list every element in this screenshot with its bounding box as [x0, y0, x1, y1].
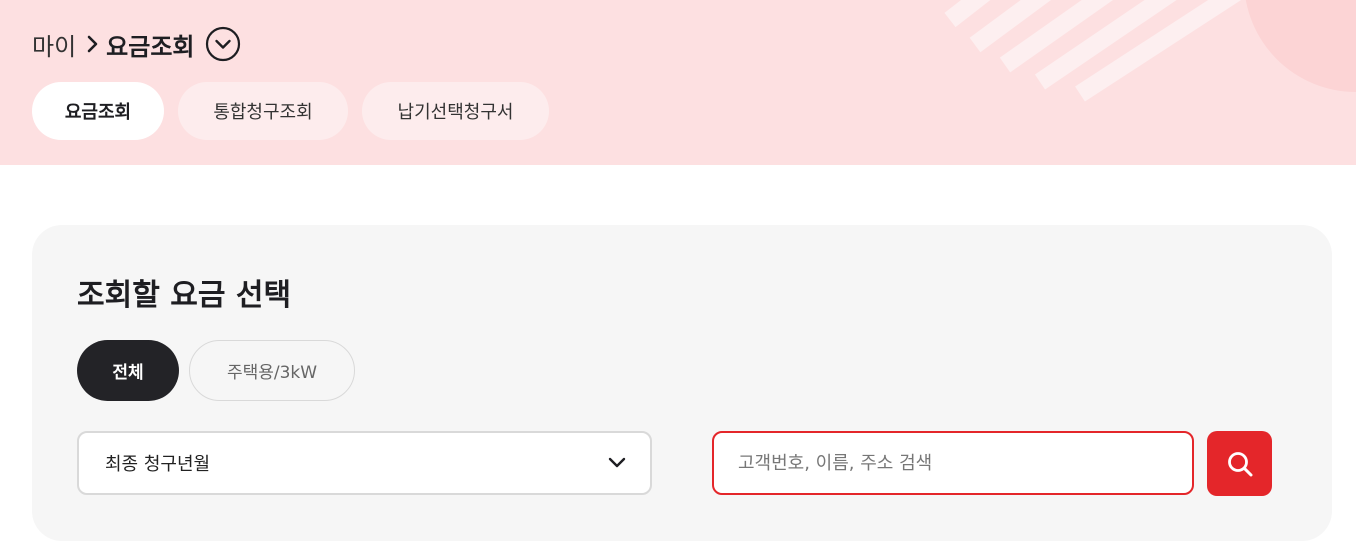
filter-chips: 전체 주택용/3kW — [77, 340, 355, 401]
breadcrumb-dropdown-button[interactable] — [205, 26, 241, 62]
billing-month-select[interactable]: 최종 청구년월 — [77, 431, 652, 495]
chevron-right-icon — [82, 24, 104, 64]
tab-integrated-billing[interactable]: 통합청구조회 — [178, 82, 348, 140]
chip-residential-3kw[interactable]: 주택용/3kW — [189, 340, 355, 401]
chip-all[interactable]: 전체 — [77, 340, 179, 401]
tab-fee-inquiry[interactable]: 요금조회 — [32, 82, 164, 140]
search-button[interactable] — [1207, 431, 1272, 496]
panel-title: 조회할 요금 선택 — [77, 278, 292, 313]
chevron-down-icon — [608, 454, 626, 473]
tab-bar: 요금조회 통합청구조회 납기선택청구서 — [32, 82, 549, 140]
breadcrumb-home[interactable]: 마이 — [32, 27, 76, 62]
search-icon — [1227, 451, 1252, 476]
breadcrumb: 마이 요금조회 — [32, 24, 241, 64]
search-input[interactable] — [712, 431, 1194, 495]
chevron-circle-down-icon — [205, 26, 240, 62]
breadcrumb-current: 요금조회 — [106, 32, 195, 61]
page-header: 마이 요금조회 요금조회 통합청구조회 납기선택청구서 — [0, 0, 1356, 165]
tab-due-date-billing[interactable]: 납기선택청구서 — [362, 82, 549, 140]
select-value: 최종 청구년월 — [105, 454, 211, 475]
fee-selection-panel: 조회할 요금 선택 전체 주택용/3kW 최종 청구년월 — [32, 225, 1332, 541]
